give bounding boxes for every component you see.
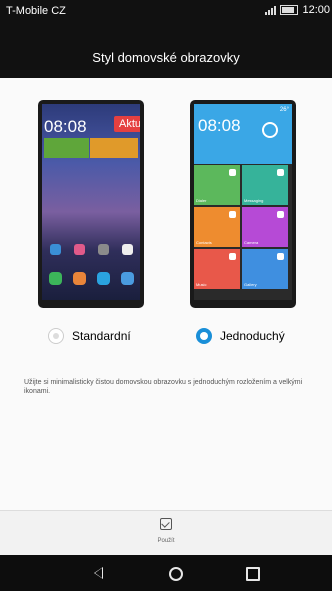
app-icon [74, 244, 85, 255]
temperature: 26° [279, 107, 289, 113]
tile-gallery: Gallery [242, 249, 288, 289]
simple-header-tile: 08:08 26° [194, 104, 292, 164]
simple-label: Jednoduchý [220, 329, 285, 343]
weather-widget [44, 138, 89, 158]
tile-contacts: Contacts [194, 207, 240, 247]
app-icon [98, 244, 109, 255]
recent-apps-icon[interactable] [243, 564, 261, 582]
bottom-action-bar: Použít [0, 510, 332, 556]
simple-theme-preview[interactable]: 08:08 26° Dialer Messaging Contacts Came… [190, 100, 296, 308]
theme-description: Užijte si minimalisticky čistou domovsko… [24, 379, 303, 395]
tile-messaging: Messaging [242, 165, 288, 205]
status-icons: 12:00 [265, 4, 330, 16]
radio-button-selected[interactable] [196, 328, 212, 344]
tile-camera: Camera [242, 207, 288, 247]
navigation-bar [0, 555, 332, 591]
standard-preview-time: 08:08 [44, 117, 87, 136]
check-icon [160, 518, 172, 530]
back-icon[interactable] [90, 564, 108, 582]
standard-theme-preview[interactable]: 08:08 Aktuální [38, 100, 144, 308]
status-bar: T-Mobile CZ 12:00 [0, 0, 332, 38]
status-time: 12:00 [302, 4, 330, 16]
battery-icon [280, 5, 299, 15]
standard-preview-screen: 08:08 Aktuální [42, 104, 140, 300]
radio-standard[interactable]: Standardní [48, 328, 131, 344]
contacts-icon [73, 272, 86, 285]
app-icon [50, 244, 61, 255]
apply-label: Použít [157, 538, 175, 544]
tile-music: Music [194, 249, 240, 289]
signal-icon [265, 5, 277, 15]
page-title: Styl domovské obrazovky [0, 38, 332, 78]
home-icon[interactable] [166, 564, 184, 582]
phone-icon [49, 272, 62, 285]
radio-simple[interactable]: Jednoduchý [196, 328, 285, 344]
tile-dialer: Dialer [194, 165, 240, 205]
carrier-name: T-Mobile CZ [6, 5, 66, 17]
apply-button[interactable]: Použít [150, 517, 182, 544]
simple-preview-time: 08:08 [198, 116, 241, 135]
radio-button[interactable] [48, 328, 64, 344]
app-icon [122, 244, 133, 255]
messages-icon [97, 272, 110, 285]
standard-label: Standardní [72, 329, 131, 343]
current-theme-badge: Aktuální [114, 116, 140, 132]
theme-chooser: 08:08 Aktuální 08:08 26° Dialer [0, 78, 332, 510]
clock-widget [90, 138, 138, 158]
sun-icon [262, 122, 278, 138]
simple-preview-screen: 08:08 26° Dialer Messaging Contacts Came… [194, 104, 292, 300]
browser-icon [121, 272, 134, 285]
